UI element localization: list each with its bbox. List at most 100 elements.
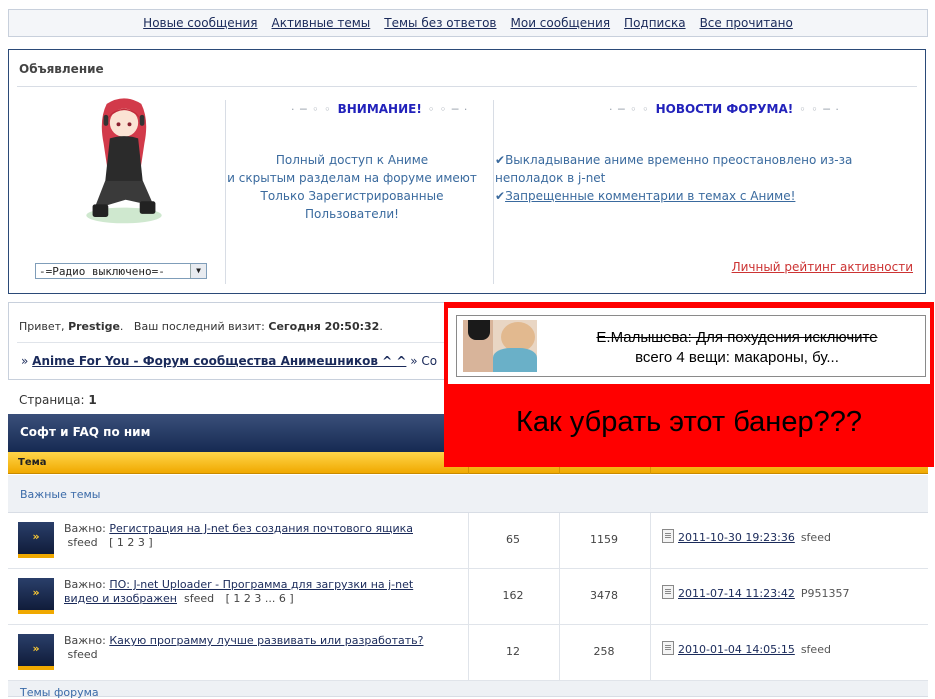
top-navbar: Новые сообщения Активные темы Темы без о…	[8, 9, 928, 37]
warning-text: Полный доступ к Аниме и скрытым разделам…	[221, 151, 483, 223]
topic-pages[interactable]: [ 1 2 3 ]	[109, 536, 153, 549]
last-post-user: sfeed	[800, 531, 831, 544]
topic-title-link[interactable]: Какую программу лучше развивать или разр…	[109, 634, 423, 647]
divider	[468, 513, 469, 568]
topic-views: 3478	[590, 589, 618, 602]
news-item-text: Выкладывание аниме временно преостановле…	[505, 153, 853, 167]
table-row: » Важно: ПО: J-net Uploader - Программа …	[8, 569, 928, 625]
chevron-down-icon: ▼	[190, 264, 206, 278]
section-forum-topics-label: Темы форума	[20, 686, 99, 699]
announcement-panel: Объявление -=Радио выключено=- ▼ · ─ ◦ ◦…	[8, 49, 926, 294]
document-icon	[662, 529, 674, 543]
topic-folder-icon: »	[18, 578, 54, 614]
rating-link[interactable]: Личный рейтинг активности	[732, 260, 913, 274]
ad-thumbnail	[463, 320, 537, 372]
topic-folder-icon: »	[18, 522, 54, 558]
nav-subscription[interactable]: Подписка	[624, 16, 686, 30]
nav-mark-read[interactable]: Все прочитано	[700, 16, 793, 30]
topic-author: sfeed	[183, 592, 215, 605]
warning-heading: · ─ ◦ ◦ ВНИМАНИЕ! ◦ ◦ ─ ·	[291, 102, 468, 116]
ornament-icon: · ─ ◦ ◦	[609, 102, 650, 116]
breadcrumb-forum-link[interactable]: Anime For You - Форум сообщества Анимешн…	[32, 354, 406, 368]
section-important: Важные темы	[8, 475, 928, 513]
ornament-icon: ◦ ◦ ─ ·	[427, 102, 469, 116]
ad-text: Е.Малышева: Для похудения исключите всег…	[547, 328, 927, 368]
news-item-continued: неполадок в j-net	[495, 171, 606, 185]
ad-photo-left-detail	[468, 320, 490, 340]
ad-photo-right-detail	[493, 348, 537, 372]
last-post-date[interactable]: 2011-07-14 11:23:42	[678, 587, 795, 600]
news-list: ✔Выкладывание аниме временно преостановл…	[495, 151, 875, 205]
last-post-date[interactable]: 2011-10-30 19:23:36	[678, 531, 795, 544]
divider	[650, 625, 651, 680]
topic-text: Важно: Какую программу лучше развивать и…	[64, 634, 464, 662]
last-post-user: P951357	[800, 587, 850, 600]
divider	[650, 513, 651, 568]
ad-frame: Е.Малышева: Для похудения исключите всег…	[456, 315, 926, 377]
ornament-icon: · ─ ◦ ◦	[291, 102, 332, 116]
topic-text: Важно: ПО: J-net Uploader - Программа дл…	[64, 578, 444, 606]
banner-overlay: Е.Малышева: Для похудения исключите всег…	[444, 302, 934, 467]
breadcrumb-prefix: »	[21, 354, 29, 368]
announcement-title: Объявление	[19, 62, 104, 76]
topic-views: 1159	[590, 533, 618, 546]
table-row: » Важно: Какую программу лучше развивать…	[8, 625, 928, 681]
divider	[468, 569, 469, 624]
document-icon	[662, 585, 674, 599]
warning-line: и скрытым разделам на форуме имеют	[227, 171, 477, 185]
nav-unanswered[interactable]: Темы без ответов	[384, 16, 496, 30]
divider	[559, 569, 560, 624]
warning-line: Пользователи!	[305, 207, 399, 221]
ad-banner[interactable]: Е.Малышева: Для похудения исключите всег…	[448, 308, 930, 384]
last-visit-value: Сегодня 20:50:32	[268, 320, 380, 333]
news-item: ✔Выкладывание аниме временно преостановл…	[495, 151, 875, 169]
topic-text: Важно: Регистрация на J-net без создания…	[64, 522, 464, 550]
check-icon: ✔	[495, 153, 506, 167]
table-row: » Важно: Регистрация на J-net без создан…	[8, 513, 928, 569]
page-info: Страница: 1	[19, 393, 97, 407]
anime-girl-image	[86, 98, 162, 224]
page-label: Страница:	[19, 393, 85, 407]
nav-active-topics[interactable]: Активные темы	[272, 16, 371, 30]
news-item-link[interactable]: Запрещенные комментарии в темах с Аниме!	[505, 189, 795, 203]
username: Prestige	[68, 320, 120, 333]
topic-replies: 162	[502, 589, 524, 602]
topic-replies: 12	[506, 645, 520, 658]
check-icon: ✔	[495, 189, 506, 203]
divider	[493, 100, 494, 284]
last-post-date[interactable]: 2010-01-04 14:05:15	[678, 643, 795, 656]
nav-new-posts[interactable]: Новые сообщения	[143, 16, 257, 30]
last-post: 2010-01-04 14:05:15 sfeed	[662, 641, 831, 656]
greeting-hello: Привет,	[19, 320, 65, 333]
topic-replies: 65	[506, 533, 520, 546]
section-important-label: Важные темы	[20, 488, 101, 501]
last-post: 2011-10-30 19:23:36 sfeed	[662, 529, 831, 544]
divider	[559, 625, 560, 680]
topic-folder-icon: »	[18, 634, 54, 670]
forum-title: Софт и FAQ по ним	[20, 425, 151, 439]
page-number: 1	[88, 393, 97, 407]
topic-author: sfeed	[67, 536, 98, 549]
section-forum-topics: Темы форума	[8, 681, 928, 699]
ad-line-2: всего 4 вещи: макароны, бу...	[635, 349, 839, 366]
last-post-user: sfeed	[800, 643, 831, 656]
divider	[559, 513, 560, 568]
topic-author: sfeed	[67, 648, 98, 661]
topic-pages[interactable]: [ 1 2 3 ... 6 ]	[226, 592, 294, 605]
news-item[interactable]: ✔Запрещенные комментарии в темах с Аниме…	[495, 187, 875, 205]
ad-line-1: Е.Малышева: Для похудения исключите	[596, 329, 878, 346]
topic-title-link[interactable]: Регистрация на J-net без создания почтов…	[109, 522, 413, 535]
column-topic-label: Тема	[18, 457, 47, 468]
news-heading: · ─ ◦ ◦ НОВОСТИ ФОРУМА! ◦ ◦ ─ ·	[609, 102, 840, 116]
nav-my-posts[interactable]: Мои сообщения	[511, 16, 611, 30]
topic-prefix: Важно:	[64, 522, 106, 535]
divider	[17, 86, 917, 87]
radio-select[interactable]: -=Радио выключено=- ▼	[35, 263, 207, 279]
last-post: 2011-07-14 11:23:42 P951357	[662, 585, 849, 600]
news-heading-text: НОВОСТИ ФОРУМА!	[655, 102, 794, 116]
banner-question: Как убрать этот банер???	[516, 406, 862, 438]
warning-heading-text: ВНИМАНИЕ!	[337, 102, 422, 116]
topic-views: 258	[593, 645, 615, 658]
warning-line: Полный доступ к Аниме	[275, 153, 429, 167]
greeting-line: Привет, Prestige. Ваш последний визит: С…	[19, 320, 383, 333]
